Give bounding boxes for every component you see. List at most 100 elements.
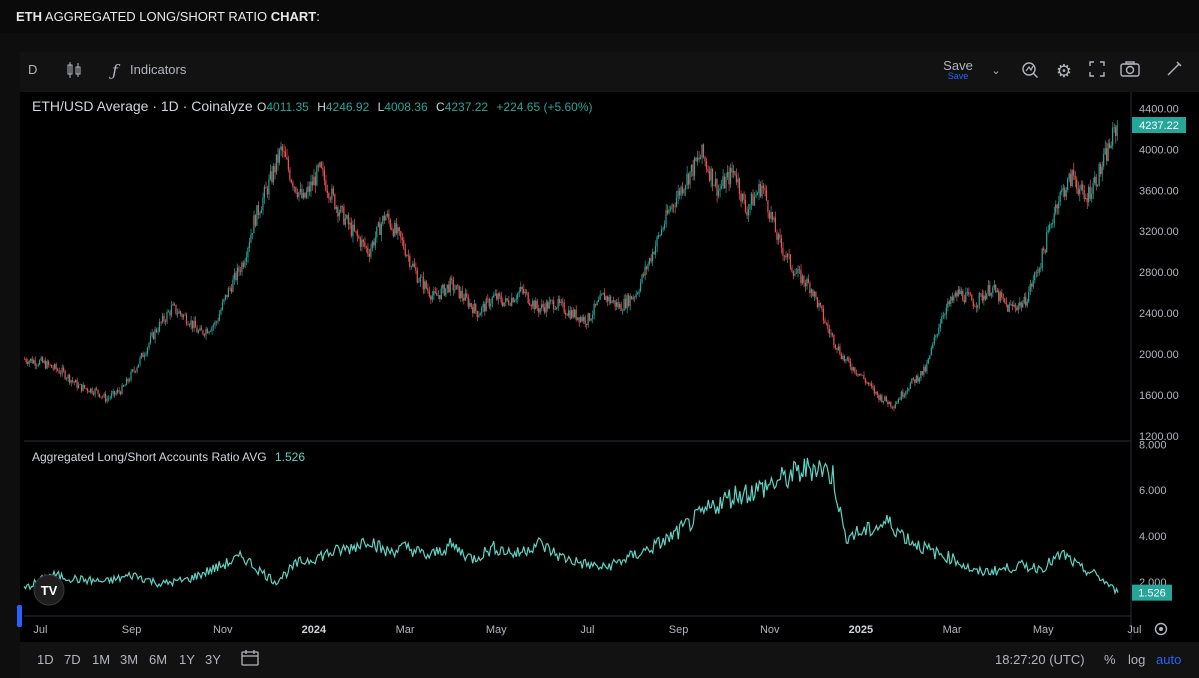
candle-body: [1086, 198, 1088, 203]
candle-body: [765, 189, 768, 201]
candle-body: [160, 321, 162, 323]
candle-body: [752, 193, 754, 206]
candle-body: [59, 373, 62, 374]
candle-body: [777, 234, 780, 240]
candle-body: [647, 263, 649, 270]
axis-settings-icon[interactable]: [1154, 622, 1168, 636]
candle-body: [995, 284, 997, 293]
candle-body: [624, 298, 627, 309]
candle-body: [807, 278, 809, 284]
candle-body: [726, 171, 729, 177]
candle-body: [245, 257, 247, 262]
candle-body: [421, 276, 423, 278]
candle-body: [794, 273, 796, 276]
candle-body: [520, 286, 522, 292]
candle-body: [573, 309, 576, 318]
candle-body: [475, 303, 477, 311]
candle-body: [128, 380, 131, 382]
candle-body: [876, 391, 878, 396]
candle-body: [1038, 268, 1040, 273]
candle-body: [100, 396, 102, 398]
candle-body: [440, 288, 442, 299]
candle-body: [566, 314, 568, 316]
candle-body: [184, 314, 186, 316]
candle-body: [585, 323, 588, 325]
candle-body: [499, 293, 501, 297]
candle-body: [26, 361, 29, 364]
candle-body: [548, 301, 550, 309]
candle-body: [307, 186, 309, 193]
candle-body: [341, 205, 343, 207]
candle-body: [103, 393, 105, 397]
candle-body: [1107, 143, 1109, 161]
price-tick-label: 4400.00: [1139, 103, 1179, 115]
candle-body: [636, 293, 639, 295]
candle-body: [1116, 125, 1118, 136]
candle-body: [212, 325, 215, 327]
h-value: 4246.92: [326, 100, 370, 114]
candle-body: [977, 304, 979, 308]
candle-body: [278, 149, 280, 163]
candle-body: [53, 364, 56, 369]
candle-body: [828, 328, 830, 334]
candle-body: [722, 176, 724, 187]
candle-body: [590, 318, 592, 321]
candle-body: [834, 345, 836, 348]
candle-body: [867, 382, 869, 385]
candle-body: [313, 176, 315, 186]
tradingview-logo[interactable]: TV: [33, 574, 65, 606]
candle-body: [1001, 292, 1003, 298]
candle-body: [840, 354, 842, 359]
candle-body: [482, 304, 484, 308]
candle-body: [443, 284, 445, 296]
candle-body: [28, 360, 30, 364]
candle-body: [256, 205, 258, 226]
scroll-handle[interactable]: [17, 605, 22, 627]
candle-body: [1007, 304, 1009, 312]
candle-body: [349, 222, 351, 225]
candle-body: [494, 293, 496, 296]
candle-body: [687, 173, 690, 185]
candle-body: [62, 367, 65, 371]
candle-body: [930, 347, 932, 356]
candle-body: [523, 289, 525, 294]
candle-body: [665, 210, 667, 225]
candle-body: [337, 206, 339, 217]
candle-body: [1104, 148, 1106, 155]
candle-body: [422, 276, 424, 290]
candle-body: [728, 171, 730, 185]
candle-body: [596, 301, 598, 306]
candle-body: [740, 194, 742, 202]
candle-body: [296, 192, 298, 198]
candle-body: [698, 157, 700, 160]
candle-body: [274, 165, 276, 173]
candle-body: [413, 263, 415, 268]
candle-body: [929, 355, 931, 359]
candle-body: [837, 346, 839, 350]
candle-body: [74, 380, 77, 383]
candle-body: [25, 359, 27, 362]
candle-body: [959, 289, 961, 295]
candle-body: [894, 404, 896, 408]
candle-body: [382, 215, 384, 224]
candle-body: [361, 239, 363, 247]
candle-body: [539, 308, 541, 313]
candle-body: [332, 188, 334, 195]
candle-body: [476, 310, 478, 318]
candle-body: [304, 192, 306, 198]
candle-body: [82, 384, 84, 391]
candle-body: [269, 171, 271, 180]
candle-body: [579, 317, 582, 323]
candle-body: [511, 297, 513, 306]
candle-body: [1059, 192, 1061, 202]
chart-canvas[interactable]: 1200.001600.002000.002400.002800.003200.…: [0, 0, 1199, 678]
candle-body: [1004, 298, 1006, 303]
candle-body: [442, 284, 444, 289]
candle-body: [412, 263, 414, 267]
candle-body: [1067, 178, 1069, 191]
candle-body: [755, 194, 757, 197]
candle-body: [433, 291, 435, 296]
candle-body: [157, 331, 159, 332]
candle-body: [139, 357, 141, 365]
candle-body: [827, 323, 829, 329]
